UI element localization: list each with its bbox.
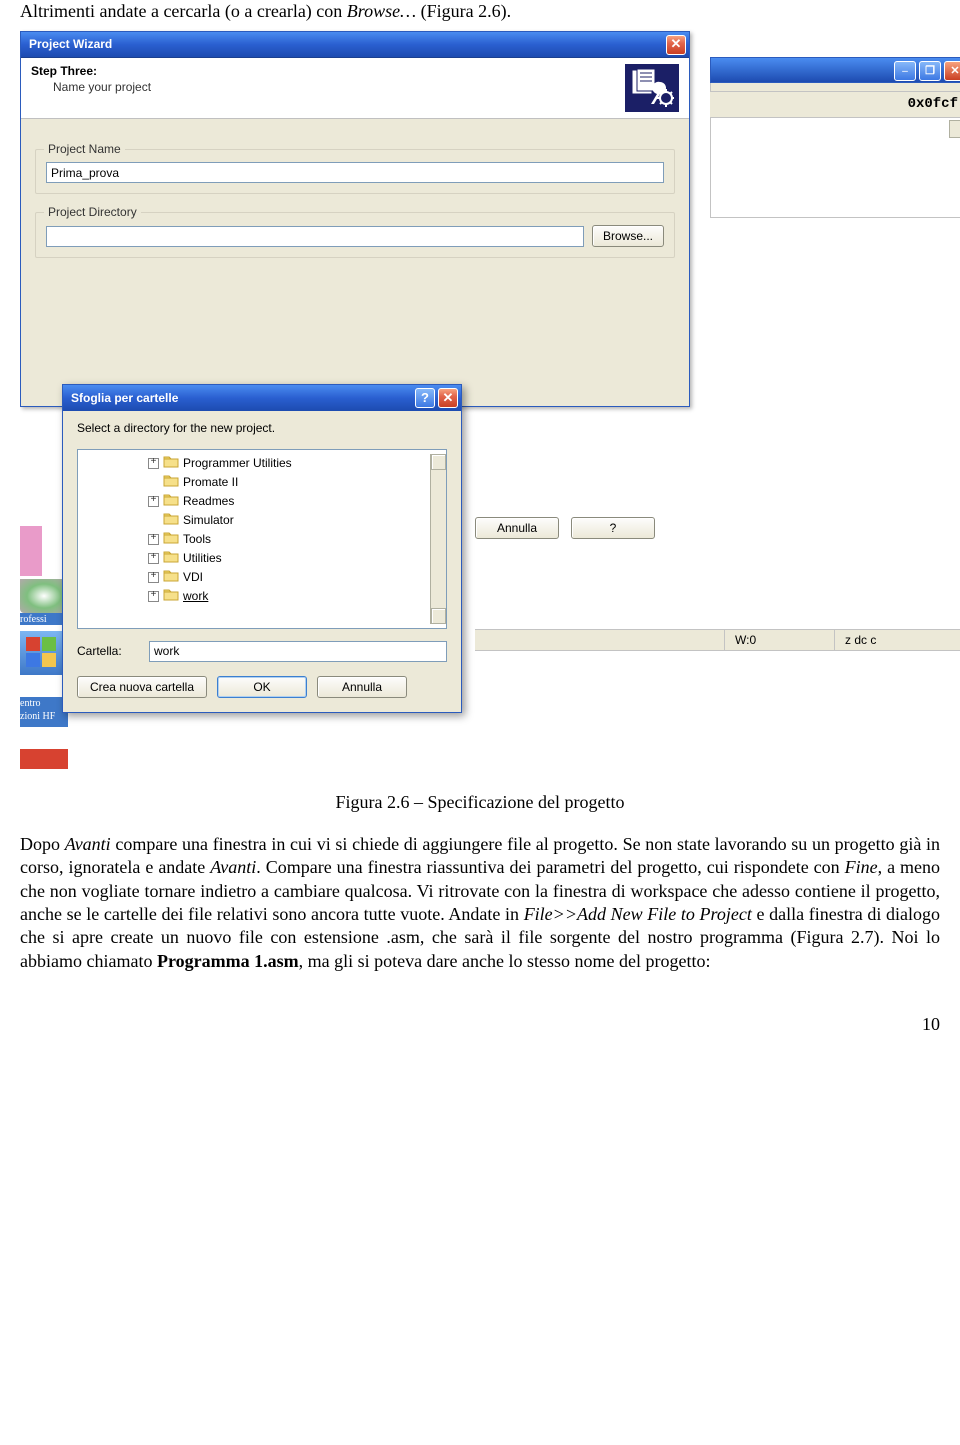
scrollbar[interactable] <box>430 454 446 624</box>
tree-item-label: work <box>183 589 208 605</box>
tree-item[interactable]: + Utilities <box>78 549 430 568</box>
tree-item[interactable]: + Readmes <box>78 492 430 511</box>
scroll-up-icon[interactable] <box>431 454 446 470</box>
close-icon[interactable]: ✕ <box>666 35 686 55</box>
maximize-button[interactable]: ❐ <box>919 61 941 81</box>
opcode-label: 0x0fcf <box>710 92 960 117</box>
status-cell-blank <box>475 630 724 650</box>
cartella-input[interactable] <box>149 641 447 662</box>
tree-item[interactable]: Promate II <box>78 473 430 492</box>
status-z: z dc c <box>834 630 960 650</box>
close-button[interactable]: ✕ <box>944 61 960 81</box>
body-paragraph: Dopo Avanti compare una finestra in cui … <box>20 833 940 973</box>
project-wizard-body: Project Name Project Directory Browse... <box>21 119 689 406</box>
ok-button[interactable]: OK <box>217 676 307 698</box>
background-window-strip: – ❐ ✕ 0x0fcf <box>710 57 960 217</box>
tree-item-label: VDI <box>183 570 203 586</box>
desktop-fragment-red <box>20 749 68 769</box>
tree-item[interactable]: + VDI <box>78 568 430 587</box>
project-wizard-header: Step Three: Name your project <box>21 58 689 119</box>
project-wizard-title: Project Wizard <box>29 37 112 53</box>
browse-button[interactable]: Browse... <box>592 225 664 247</box>
browse-folder-title: Sfoglia per cartelle <box>71 391 178 407</box>
desktop-label-1: rofessi <box>20 613 68 625</box>
expand-icon[interactable]: + <box>148 496 159 507</box>
tree-item-label: Programmer Utilities <box>183 456 292 472</box>
step-subtitle: Name your project <box>31 80 151 96</box>
folder-icon <box>163 473 179 492</box>
background-text-area <box>710 118 960 218</box>
tree-item-label: Simulator <box>183 513 234 529</box>
project-directory-legend: Project Directory <box>44 205 141 221</box>
close-icon[interactable]: ✕ <box>438 388 458 408</box>
cancel-button[interactable]: Annulla <box>317 676 407 698</box>
desktop-label-2: entro zioni HF <box>20 697 68 727</box>
spacer <box>148 477 159 488</box>
expand-icon[interactable]: + <box>148 591 159 602</box>
annulla-button[interactable]: Annulla <box>475 517 559 539</box>
new-folder-button[interactable]: Crea nuova cartella <box>77 676 207 698</box>
wizard-button-row-partial: Annulla ? <box>475 517 655 539</box>
project-directory-input[interactable] <box>46 226 584 247</box>
folder-icon <box>163 568 179 587</box>
intro-text: Altrimenti andate a cercarla (o a crearl… <box>20 1 347 21</box>
project-name-legend: Project Name <box>44 142 125 158</box>
cartella-label: Cartella: <box>77 644 139 660</box>
folder-icon <box>163 530 179 549</box>
page-number: 10 <box>20 1013 940 1036</box>
folder-icon <box>163 511 179 530</box>
help-icon[interactable]: ? <box>415 388 435 408</box>
intro-tail: (Figura 2.6). <box>416 1 511 21</box>
expand-icon[interactable]: + <box>148 458 159 469</box>
background-toolbar <box>710 83 960 92</box>
intro-paragraph: Altrimenti andate a cercarla (o a crearl… <box>20 0 940 23</box>
step-label: Step Three: <box>31 64 151 80</box>
scroll-down-icon[interactable] <box>431 608 446 624</box>
tree-item-label: Tools <box>183 532 211 548</box>
figure-caption: Figura 2.6 – Specificazione del progetto <box>20 791 940 814</box>
project-wizard-titlebar[interactable]: Project Wizard ✕ <box>21 32 689 58</box>
project-name-fieldset: Project Name <box>35 149 675 194</box>
browse-folder-instruction: Select a directory for the new project. <box>77 421 447 437</box>
tree-item[interactable]: Simulator <box>78 511 430 530</box>
project-wizard-window: Project Wizard ✕ Step Three: Name your p… <box>20 31 690 407</box>
desktop-fragment-pink <box>20 526 42 576</box>
expand-icon[interactable]: + <box>148 553 159 564</box>
spacer <box>148 515 159 526</box>
desktop-fragment-icon2 <box>20 631 68 675</box>
folder-icon <box>163 492 179 511</box>
status-bar: W:0 z dc c <box>475 629 960 651</box>
tree-item-label: Readmes <box>183 494 234 510</box>
cartella-row: Cartella: <box>77 641 447 662</box>
wizard-tools-icon <box>625 64 679 112</box>
browse-folder-dialog: Sfoglia per cartelle ? ✕ Select a direct… <box>62 384 462 713</box>
browse-folder-titlebar[interactable]: Sfoglia per cartelle ? ✕ <box>63 385 461 411</box>
window-system-buttons: – ❐ ✕ <box>710 57 960 83</box>
tree-item[interactable]: + Tools <box>78 530 430 549</box>
intro-browse-italic: Browse… <box>347 1 416 21</box>
figure-2-6: – ❐ ✕ 0x0fcf Project Wizard ✕ Step Three… <box>20 29 960 789</box>
help-button[interactable]: ? <box>571 517 655 539</box>
folder-tree[interactable]: + Programmer Utilities Promate II + Readmes S… <box>77 449 447 629</box>
minimize-button[interactable]: – <box>894 61 916 81</box>
tree-item[interactable]: + work <box>78 587 430 606</box>
folder-icon <box>163 549 179 568</box>
desktop-fragment-icon1 <box>20 579 68 613</box>
folder-icon <box>163 454 179 473</box>
browse-folder-buttons: Crea nuova cartella OK Annulla <box>77 676 447 698</box>
tree-item[interactable]: + Programmer Utilities <box>78 454 430 473</box>
tree-item-label: Promate II <box>183 475 238 491</box>
browse-folder-body: Select a directory for the new project. … <box>63 411 461 712</box>
project-directory-fieldset: Project Directory Browse... <box>35 212 675 258</box>
status-w: W:0 <box>724 630 834 650</box>
tree-item-label: Utilities <box>183 551 222 567</box>
expand-icon[interactable]: + <box>148 572 159 583</box>
project-name-input[interactable] <box>46 162 664 183</box>
expand-icon[interactable]: + <box>148 534 159 545</box>
windows-flag-icon <box>20 631 68 675</box>
folder-icon <box>163 587 179 606</box>
